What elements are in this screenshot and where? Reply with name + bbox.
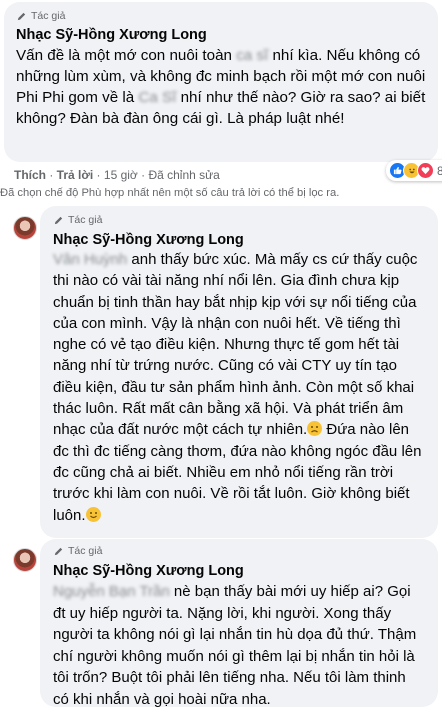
- pen-icon: [54, 216, 63, 224]
- pen-icon: [17, 12, 26, 20]
- author-name[interactable]: Nhạc Sỹ-Hồng Xương Long: [16, 27, 426, 43]
- avatar[interactable]: [13, 548, 37, 572]
- author-badge: Tác giả: [16, 10, 426, 22]
- comment-actions: Thích · Trả lời · 15 giờ · Đã chỉnh sửa: [14, 168, 220, 182]
- author-tag-label: Tác giả: [68, 214, 103, 226]
- avatar[interactable]: [13, 216, 37, 240]
- reaction-summary[interactable]: 81: [386, 160, 442, 181]
- author-name[interactable]: Nhạc Sỹ-Hồng Xương Long: [53, 232, 425, 248]
- comment-text: Vấn đề là một mớ con nuôi toàn ca sĩ nhí…: [16, 47, 426, 127]
- blurred-mention[interactable]: Vân Huỳnh: [53, 249, 127, 270]
- author-tag-label: Tác giả: [68, 545, 103, 557]
- author-badge: Tác giả: [53, 545, 425, 557]
- timestamp[interactable]: 15 giờ: [104, 168, 138, 182]
- comment-text: Vân Huỳnh anh thấy bức xúc. Mà mấy cs cứ…: [53, 249, 422, 524]
- like-link[interactable]: Thích: [14, 168, 46, 182]
- blurred-word: Ca Sĩ: [138, 89, 177, 106]
- pen-icon: [54, 547, 63, 555]
- love-reaction-icon: [417, 162, 434, 179]
- smile-emoji-icon: [85, 506, 101, 522]
- blurred-word: ca sĩ: [236, 47, 269, 64]
- filter-notice: Đã chọn chế độ Phù hợp nhất nên một số c…: [0, 187, 340, 199]
- comment-text: Nguyễn Bạn Trần nè bạn thấy bài mới uy h…: [53, 581, 417, 708]
- edited-label: Đã chỉnh sửa: [148, 168, 220, 182]
- blurred-mention[interactable]: Nguyễn Bạn Trần: [53, 581, 170, 603]
- comment-bubble-3: Tác giả Nhạc Sỹ-Hồng Xương Long Nguyễn B…: [40, 539, 438, 708]
- reply-link[interactable]: Trả lời: [57, 168, 94, 182]
- author-name[interactable]: Nhạc Sỹ-Hồng Xương Long: [53, 563, 425, 579]
- comment-bubble-2: Tác giả Nhạc Sỹ-Hồng Xương Long Vân Huỳn…: [40, 206, 438, 538]
- reaction-count: 81: [437, 163, 442, 178]
- sad-emoji-icon: [307, 421, 323, 437]
- author-tag-label: Tác giả: [31, 10, 66, 22]
- author-badge: Tác giả: [53, 214, 425, 226]
- comment-bubble-1: Tác giả Nhạc Sỹ-Hồng Xương Long Vấn đề l…: [4, 2, 438, 162]
